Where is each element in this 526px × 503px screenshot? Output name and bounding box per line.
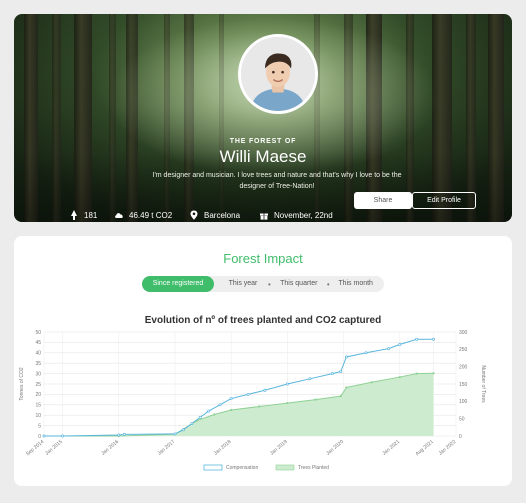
x-tick-label: Jan 2016: [100, 439, 120, 457]
compensation-point: [398, 343, 402, 346]
y-left-tick-label: 45: [35, 340, 41, 346]
y-right-tick-label: 100: [459, 399, 468, 405]
tab-since-registered[interactable]: Since registered: [142, 276, 214, 292]
trees-planted-point: [339, 395, 342, 398]
x-tick-label: Aug 2021: [415, 439, 435, 457]
y-left-tick-label: 50: [35, 330, 41, 336]
compensation-point: [61, 434, 64, 438]
trees-planted-point: [415, 372, 418, 375]
y-left-tick-label: 20: [35, 392, 41, 398]
stat-location: Barcelona: [189, 210, 240, 220]
profile-bio: I'm designer and musician. I love trees …: [152, 172, 402, 190]
tab-this-year[interactable]: This year: [218, 276, 268, 292]
trees-planted-point: [370, 381, 373, 384]
compensation-point: [190, 422, 194, 425]
avatar: [238, 34, 318, 114]
y-right-tick-label: 0: [459, 434, 462, 440]
stat-co2-value: 46.49 t CO2: [129, 210, 173, 220]
y-right-axis-label: Number of Trees: [480, 365, 486, 403]
trees-planted-point: [230, 408, 233, 412]
x-tick-label: Sep 2014: [25, 439, 45, 457]
tab-this-month[interactable]: This month: [330, 276, 382, 292]
trees-planted-point: [345, 386, 348, 389]
legend-label-compensation: Compensation: [226, 465, 258, 471]
profile-subtitle: THE FOREST OF: [229, 138, 297, 145]
x-tick-label: Jan 2017: [157, 439, 177, 457]
stat-trees-value: 181: [84, 210, 98, 220]
compensation-point: [387, 347, 391, 351]
compensation-point: [117, 433, 121, 437]
compensation-point: [42, 434, 46, 438]
impact-chart: 05101520253035404550050100150200250300Se…: [19, 330, 486, 471]
stat-trees: 181: [69, 210, 97, 220]
stat-birthday-value: November, 22nd: [274, 210, 333, 220]
x-tick-label: Jan 2021: [381, 439, 401, 457]
y-right-tick-label: 50: [459, 416, 465, 422]
compensation-point: [218, 403, 222, 407]
stat-location-value: Barcelona: [204, 210, 241, 220]
tree-icon: [71, 210, 77, 220]
y-right-tick-label: 250: [459, 347, 468, 353]
compensation-point: [263, 388, 267, 392]
avatar-image: [241, 37, 315, 111]
compensation-point: [181, 428, 185, 432]
compensation-point: [198, 415, 202, 419]
stat-birthday: November, 22nd: [259, 210, 333, 220]
y-right-tick-label: 200: [459, 364, 468, 370]
compensation-point: [308, 377, 312, 381]
gift-icon: [260, 213, 268, 220]
stat-co2: 46.49 t CO2: [114, 210, 172, 220]
compensation-point: [285, 382, 289, 386]
compensation-point: [415, 337, 419, 341]
trees-planted-point: [286, 401, 289, 405]
trees-planted-point: [213, 413, 216, 416]
profile-header: THE FOREST OF Willi Maese I'm designer a…: [14, 14, 512, 222]
x-tick-label: Jan 2019: [269, 439, 289, 457]
trees-planted-point: [258, 405, 261, 408]
x-tick-label: Jan 2020: [325, 439, 345, 457]
y-left-tick-label: 25: [35, 382, 41, 388]
legend-label-trees: Trees Planted: [298, 465, 329, 471]
x-tick-label: Jan 2018: [213, 439, 233, 457]
location-pin-icon: [190, 210, 198, 220]
compensation-point: [246, 392, 250, 396]
compensation-point: [229, 397, 233, 401]
trees-planted-point: [398, 375, 401, 379]
compensation-point: [344, 355, 348, 359]
profile-stats: 181 46.49 t CO2 Barcelona November, 22nd: [14, 210, 512, 222]
y-left-tick-label: 35: [35, 361, 41, 367]
edit-profile-button[interactable]: Edit Profile: [412, 192, 476, 209]
y-left-tick-label: 15: [35, 403, 41, 409]
trees-planted-point: [432, 372, 435, 375]
x-tick-label: Jan 2015: [44, 439, 64, 457]
y-right-tick-label: 300: [459, 330, 468, 336]
trees-planted-point: [314, 398, 317, 401]
profile-name: Willi Maese: [219, 147, 307, 166]
period-tabs: Since registered This year • This quarte…: [142, 276, 384, 292]
tab-this-quarter[interactable]: This quarter: [271, 276, 327, 292]
y-left-tick-label: 10: [35, 413, 41, 419]
share-button[interactable]: Share: [354, 192, 412, 209]
compensation-point: [339, 370, 343, 373]
y-left-tick-label: 40: [35, 351, 41, 357]
legend-swatch-compensation: [203, 464, 223, 471]
compensation-point: [122, 432, 126, 436]
y-left-axis-label: Tonnes of CO2: [19, 367, 25, 401]
compensation-point: [432, 337, 435, 341]
forest-impact-card: Forest Impact Since registered This year…: [14, 236, 512, 486]
cloud-icon: [115, 213, 123, 218]
legend-swatch-trees: [275, 464, 295, 471]
compensation-point: [173, 432, 177, 436]
impact-title: Forest Impact: [223, 251, 303, 266]
y-left-tick-label: 30: [35, 371, 41, 377]
compensation-point: [207, 409, 211, 413]
y-right-tick-label: 150: [459, 382, 468, 388]
y-left-tick-label: 5: [38, 423, 41, 429]
compensation-point: [364, 351, 368, 355]
compensation-point: [330, 372, 334, 376]
x-tick-label: Jan 2022: [438, 439, 458, 457]
